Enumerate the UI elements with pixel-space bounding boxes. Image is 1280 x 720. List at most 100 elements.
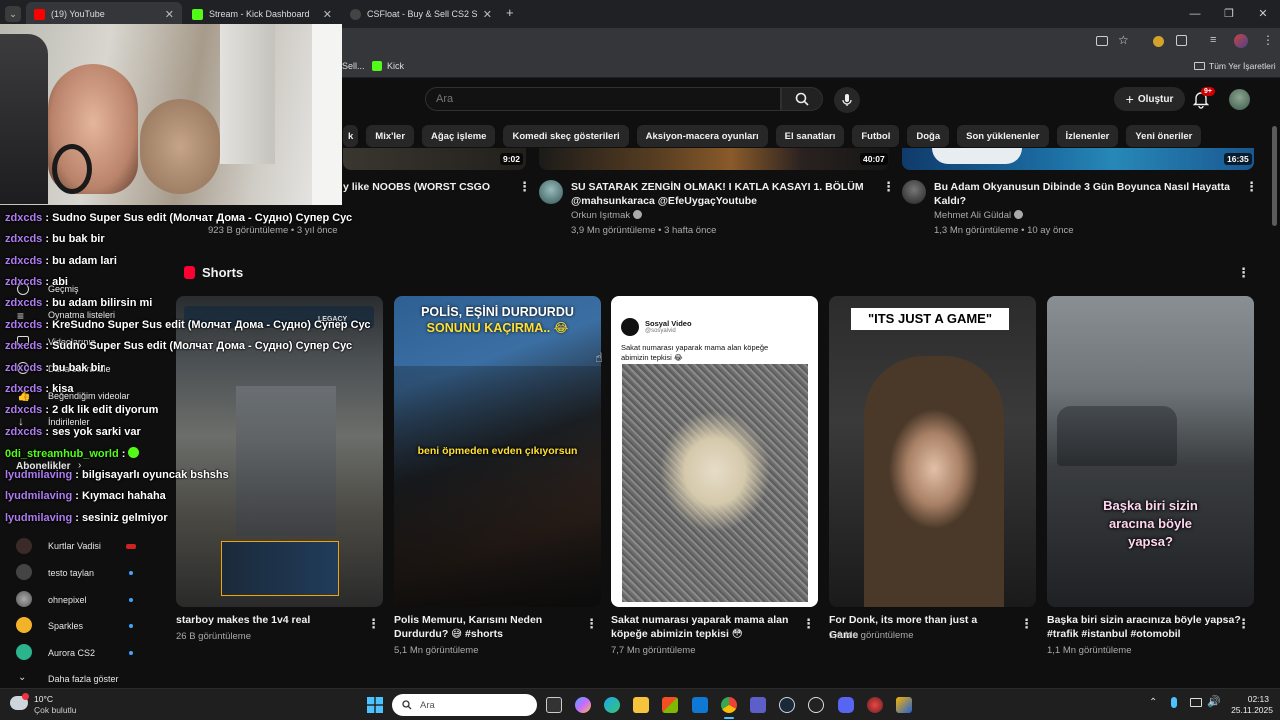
search-input[interactable] <box>425 87 781 111</box>
short-title-line2[interactable]: #trafik #istanbul #otomobil <box>1047 627 1227 642</box>
tab-youtube[interactable]: (19) YouTube ✕ <box>26 2 182 26</box>
channel-name[interactable]: Mehmet Ali Güldal <box>934 209 1023 223</box>
sidebar-channel[interactable]: Aurora CS2 <box>48 648 95 658</box>
chip-partial[interactable]: k <box>343 125 359 147</box>
store-icon[interactable] <box>662 697 678 713</box>
search-button[interactable] <box>781 87 823 111</box>
restore-icon[interactable]: ❐ <box>1212 0 1246 28</box>
chip-recently-uploaded[interactable]: Son yüklenenler <box>957 125 1049 147</box>
chip-mixes[interactable]: Mix'ler <box>366 125 415 147</box>
browser-menu-icon[interactable]: ⋮ <box>1262 33 1274 47</box>
close-tab-icon[interactable]: ✕ <box>165 8 174 21</box>
shorts-more-icon[interactable]: ⋮ <box>1237 265 1250 281</box>
profile-avatar[interactable] <box>1234 34 1248 48</box>
short-more-icon[interactable]: ⋮ <box>367 616 380 632</box>
short-more-icon[interactable]: ⋮ <box>1020 616 1033 632</box>
task-view-icon[interactable] <box>546 697 562 713</box>
sidebar-channel[interactable]: Sparkles <box>48 621 83 631</box>
tray-overflow-icon[interactable]: ⌃ <box>1149 697 1157 708</box>
chip-woodworking[interactable]: Ağaç işleme <box>422 125 496 147</box>
reading-list-icon[interactable]: ≡ <box>1210 34 1216 46</box>
short-title[interactable]: Sakat numarası yaparak mama alan <box>611 613 791 628</box>
video-title[interactable]: Bu Adam Okyanusun Dibinde 3 Gün Boyunca … <box>934 180 1230 194</box>
short-title[interactable]: starboy makes the 1v4 real <box>176 613 356 628</box>
short-title[interactable]: Polis Memuru, Karısını Neden <box>394 613 574 628</box>
short-title[interactable]: Başka biri sizin aracınıza böyle yapsa? <box>1047 613 1247 628</box>
chip-nature[interactable]: Doğa <box>907 125 950 147</box>
short-thumbnail[interactable]: Sosyal Video @sosyalvid Sakat numarası y… <box>611 296 818 607</box>
video-title-line2[interactable]: Kaldı? <box>934 194 966 208</box>
install-app-icon[interactable] <box>1096 36 1108 46</box>
teams-icon[interactable] <box>750 697 766 713</box>
chrome-icon[interactable] <box>721 697 737 713</box>
short-more-icon[interactable]: ⋮ <box>802 616 815 632</box>
sidebar-channel[interactable]: testo taylan <box>48 568 94 578</box>
more-actions-icon[interactable]: ⋮ <box>518 179 531 195</box>
taskbar-search[interactable]: Ara <box>392 694 537 716</box>
more-actions-icon[interactable]: ⋮ <box>882 179 895 195</box>
chip-watched[interactable]: İzlenenler <box>1056 125 1119 147</box>
chip-crafts[interactable]: El sanatları <box>775 125 845 147</box>
chip-new-to-you[interactable]: Yeni öneriler <box>1126 125 1202 147</box>
start-button[interactable] <box>367 697 383 713</box>
channel-name[interactable]: Orkun Işıtmak <box>571 209 642 223</box>
file-explorer-icon[interactable] <box>633 697 649 713</box>
discord-icon[interactable] <box>838 697 854 713</box>
tab-list-button[interactable]: ⌄ <box>5 6 21 22</box>
volume-icon[interactable]: 🔊 <box>1207 695 1221 708</box>
show-more-button[interactable]: Daha fazla göster <box>48 674 119 684</box>
tab-csfloat[interactable]: CSFloat - Buy & Sell CS2 Skins ✕ <box>342 2 500 26</box>
extensions-puzzle-icon[interactable] <box>1176 35 1187 46</box>
scrollbar-thumb[interactable] <box>1272 126 1277 226</box>
account-avatar[interactable] <box>1229 89 1250 110</box>
close-tab-icon[interactable]: ✕ <box>483 8 492 21</box>
sidebar-channel[interactable]: ohnepixel <box>48 595 87 605</box>
video-thumbnail[interactable] <box>539 148 889 170</box>
video-title[interactable]: SU SATARAK ZENGİN OLMAK! I KATLA KASAYI … <box>571 180 864 194</box>
notifications-button[interactable]: 9+ <box>1192 87 1215 109</box>
steam-icon[interactable] <box>779 697 795 713</box>
minimize-icon[interactable]: — <box>1178 0 1212 28</box>
tab-kick-dashboard[interactable]: Stream - Kick Dashboard ✕ <box>184 2 340 26</box>
app-icon[interactable] <box>896 697 912 713</box>
bookmark-star-icon[interactable]: ☆ <box>1118 33 1129 47</box>
voice-search-button[interactable] <box>834 87 860 113</box>
create-button[interactable]: + Oluştur <box>1114 87 1185 111</box>
extension-icon[interactable] <box>1153 36 1164 47</box>
bookmark-kick[interactable]: Kick <box>387 61 404 71</box>
channel-avatar[interactable] <box>539 180 563 204</box>
clock-date[interactable]: 25.11.2025 <box>1225 705 1273 715</box>
chip-football[interactable]: Futbol <box>852 125 900 147</box>
short-thumbnail[interactable]: "ITS JUST A GAME" <box>829 296 1036 607</box>
app-icon[interactable] <box>808 697 824 713</box>
chip-sketch-comedy[interactable]: Komedi skeç gösterileri <box>503 125 629 147</box>
short-thumbnail[interactable]: POLİS, EŞİNİ DURDURDU SONUNU KAÇIRMA.. 😂… <box>394 296 601 607</box>
new-tab-button[interactable]: + <box>506 5 514 20</box>
close-tab-icon[interactable]: ✕ <box>323 8 332 21</box>
short-title-line2[interactable]: Durdurdu? 😅 #shorts <box>394 627 574 642</box>
network-icon[interactable] <box>1190 698 1202 707</box>
bookmark-sell[interactable]: Sell... <box>342 61 365 71</box>
weather-desc[interactable]: Çok bulutlu <box>34 705 77 715</box>
app-icon[interactable] <box>867 697 883 713</box>
mic-tray-icon[interactable] <box>1171 697 1177 708</box>
more-actions-icon[interactable]: ⋮ <box>1245 179 1258 195</box>
video-title[interactable]: y like NOOBS (WORST CSGO <box>343 180 490 194</box>
outlook-icon[interactable] <box>692 697 708 713</box>
all-bookmarks-button[interactable]: Tüm Yer İşaretleri <box>1209 61 1276 71</box>
sidebar-channel[interactable]: Kurtlar Vadisi <box>48 541 101 551</box>
short-thumbnail[interactable]: Başka biri sizin aracına böyle yapsa? <box>1047 296 1254 607</box>
short-more-icon[interactable]: ⋮ <box>585 616 598 632</box>
weather-temp[interactable]: 10°C <box>34 694 53 704</box>
clock-time[interactable]: 02:13 <box>1245 694 1269 704</box>
channel-avatar[interactable] <box>902 180 926 204</box>
short-title-line2[interactable]: köpeğe abimizin tepkisi 😳 <box>611 627 791 642</box>
copilot-icon[interactable] <box>575 697 591 713</box>
short-more-icon[interactable]: ⋮ <box>1237 616 1250 632</box>
video-thumbnail[interactable] <box>343 148 526 170</box>
chip-action-adventure[interactable]: Aksiyon-macera oyunları <box>636 125 768 147</box>
close-window-icon[interactable]: ✕ <box>1246 0 1280 28</box>
edge-icon[interactable] <box>604 697 620 713</box>
video-title-line2[interactable]: @mahsunkaraca @EfeUygaçYoutube <box>571 194 757 208</box>
short-views: 1,1 Mn görüntüleme <box>1047 645 1132 656</box>
